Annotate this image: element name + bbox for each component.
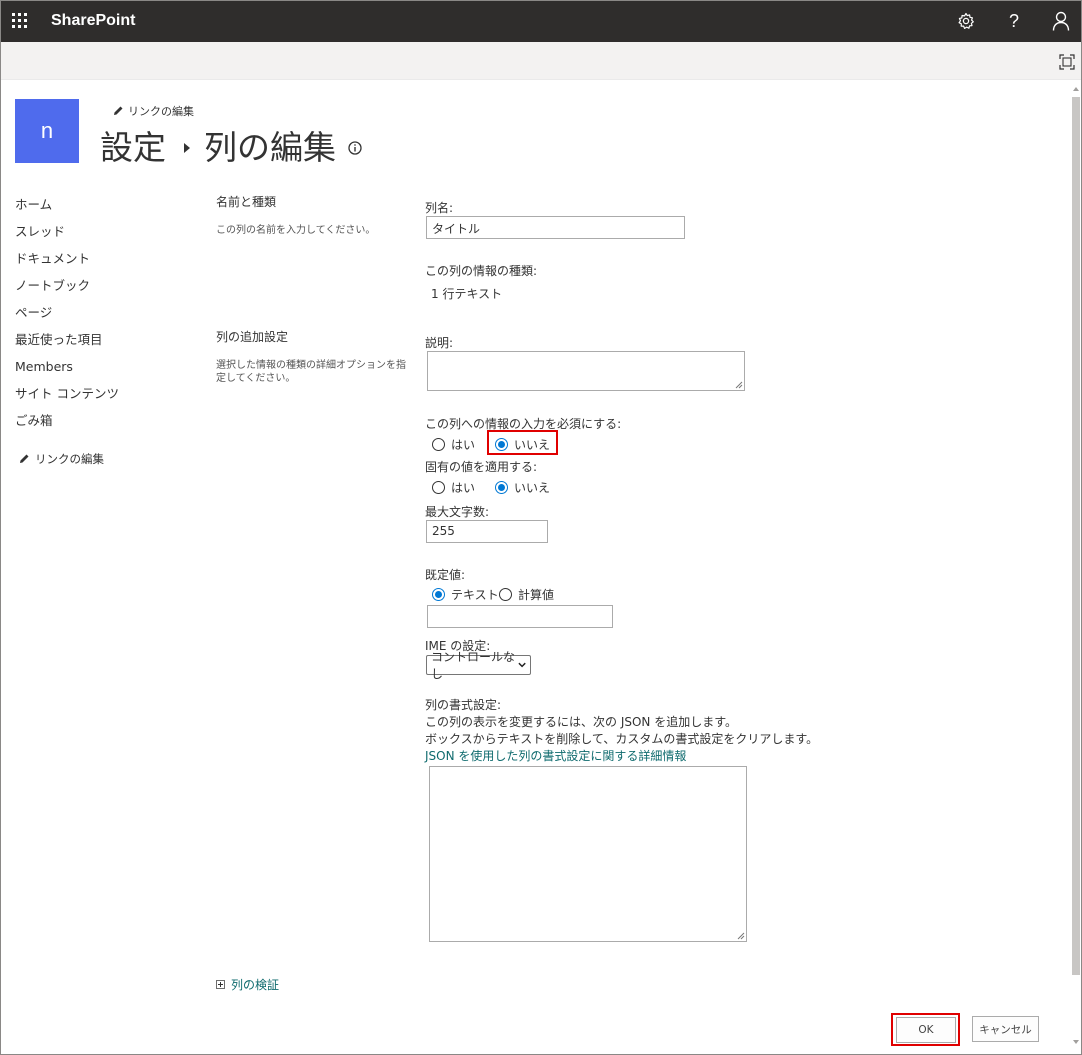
user-icon[interactable] <box>1049 9 1073 33</box>
left-navigation: ホーム スレッド ドキュメント ノートブック ページ 最近使った項目 Membe… <box>15 195 119 438</box>
default-calculated-label: 計算値 <box>518 588 555 602</box>
nav-item-home[interactable]: ホーム <box>15 195 119 222</box>
highlight-box-ok <box>891 1013 960 1046</box>
expand-icon <box>216 980 225 989</box>
formatting-desc-1: この列の表示を変更するには、次の JSON を追加します。 <box>425 715 738 729</box>
suite-bar: SharePoint ? <box>1 1 1081 42</box>
max-length-input[interactable]: 255 <box>426 520 548 543</box>
scroll-down-icon[interactable] <box>1072 1038 1080 1046</box>
edit-links-header[interactable]: リンクの編集 <box>112 103 194 119</box>
site-logo[interactable]: n <box>15 99 79 163</box>
description-label: 説明: <box>425 336 454 350</box>
unique-no-option[interactable]: いいえ <box>495 479 550 496</box>
edit-links-label: リンクの編集 <box>128 105 194 118</box>
help-icon[interactable]: ? <box>1002 9 1026 33</box>
edit-links-nav[interactable]: リンクの編集 <box>18 451 104 467</box>
default-calculated-option[interactable]: 計算値 <box>499 586 554 603</box>
chevron-right-icon <box>184 143 190 153</box>
default-label: 既定値: <box>425 568 466 582</box>
edit-links-nav-label: リンクの編集 <box>35 452 104 466</box>
app-launcher-icon[interactable] <box>12 13 28 29</box>
pencil-icon <box>20 454 29 463</box>
column-validation-label: 列の検証 <box>231 978 280 992</box>
json-formatting-link[interactable]: JSON を使用した列の書式設定に関する詳細情報 <box>425 747 686 764</box>
gear-icon[interactable] <box>954 9 978 33</box>
section-title-name-type: 名前と種類 <box>216 195 277 209</box>
nav-item-recycle-bin[interactable]: ごみ箱 <box>15 411 119 438</box>
nav-item-threads[interactable]: スレッド <box>15 222 119 249</box>
section-desc-additional: 選択した情報の種類の詳細オプションを指定してください。 <box>216 360 406 384</box>
section-title-additional: 列の追加設定 <box>216 330 289 344</box>
ime-select-value: コントロールなし <box>431 650 516 681</box>
default-text-option[interactable]: テキスト <box>432 586 499 603</box>
command-bar <box>1 42 1081 80</box>
nav-item-site-contents[interactable]: サイト コンテンツ <box>15 384 119 411</box>
nav-item-documents[interactable]: ドキュメント <box>15 249 119 276</box>
nav-item-notebook[interactable]: ノートブック <box>15 276 119 303</box>
unique-yes-radio[interactable] <box>432 481 445 494</box>
json-formatting-textarea[interactable] <box>429 766 747 942</box>
scrollbar-thumb[interactable] <box>1072 97 1080 975</box>
formatting-desc-2: ボックスからテキストを削除して、カスタムの書式設定をクリアします。 <box>425 732 819 746</box>
nav-item-pages[interactable]: ページ <box>15 303 119 330</box>
highlight-box-required-no <box>487 430 558 455</box>
column-type-value: 1 行テキスト <box>431 287 503 301</box>
default-calculated-radio[interactable] <box>499 588 512 601</box>
page-title: 設定 列の編集 <box>100 121 362 169</box>
nav-item-members[interactable]: Members <box>15 357 119 384</box>
focus-mode-icon[interactable] <box>1059 54 1075 70</box>
formatting-label: 列の書式設定: <box>425 698 502 712</box>
column-name-input[interactable]: タイトル <box>426 216 685 239</box>
ime-select[interactable]: コントロールなし <box>426 650 531 681</box>
breadcrumb-parent[interactable]: 設定 <box>100 121 166 169</box>
max-length-label: 最大文字数: <box>425 505 490 519</box>
unique-no-radio[interactable] <box>495 481 508 494</box>
unique-no-label: いいえ <box>514 481 551 495</box>
cancel-button[interactable]: キャンセル <box>972 1016 1039 1042</box>
column-validation-toggle[interactable]: 列の検証 <box>216 976 279 993</box>
default-text-radio[interactable] <box>432 588 445 601</box>
required-yes-option[interactable]: はい <box>432 436 475 453</box>
required-yes-label: はい <box>451 438 476 452</box>
column-name-label: 列名: <box>425 201 454 215</box>
scroll-up-icon[interactable] <box>1072 85 1080 93</box>
unique-yes-option[interactable]: はい <box>432 479 475 496</box>
vertical-scrollbar[interactable] <box>1071 82 1081 1050</box>
unique-yes-label: はい <box>451 481 476 495</box>
brand-name[interactable]: SharePoint <box>51 12 135 30</box>
nav-item-recent[interactable]: 最近使った項目 <box>15 330 119 357</box>
breadcrumb-current: 列の編集 <box>204 128 336 167</box>
info-icon[interactable] <box>348 141 362 155</box>
default-text-label: テキスト <box>451 588 499 602</box>
resize-grip-icon[interactable] <box>737 932 745 940</box>
column-type-label: この列の情報の種類: <box>425 264 538 278</box>
section-desc-name-type: この列の名前を入力してください。 <box>216 225 376 236</box>
resize-grip-icon[interactable] <box>735 381 743 389</box>
required-yes-radio[interactable] <box>432 438 445 451</box>
description-textarea[interactable] <box>427 351 745 391</box>
unique-label: 固有の値を適用する: <box>425 460 538 474</box>
pencil-icon <box>114 106 123 115</box>
chevron-down-icon <box>518 662 526 668</box>
default-value-input[interactable] <box>427 605 613 628</box>
